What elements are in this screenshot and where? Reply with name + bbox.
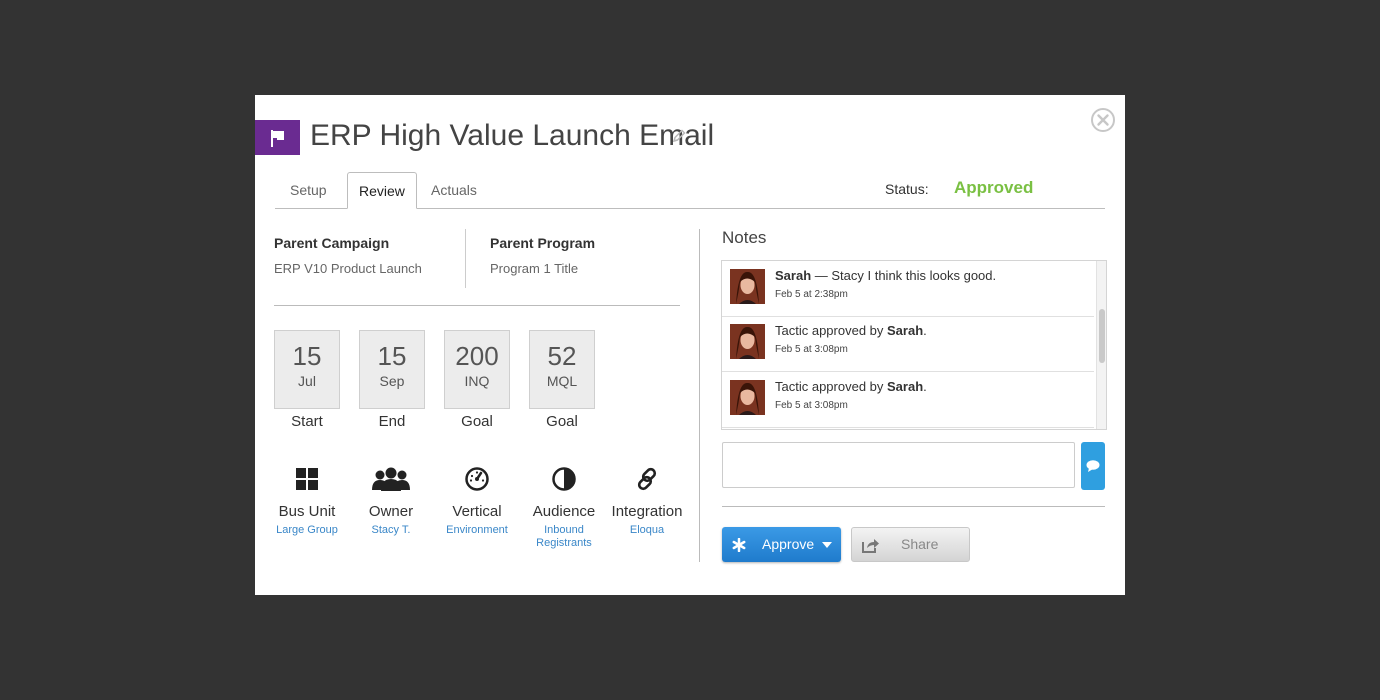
tab-review[interactable]: Review — [347, 172, 417, 209]
status-label: Status: — [885, 181, 929, 197]
mql-goal-tile: 52 MQL — [529, 330, 595, 409]
note-timestamp: Feb 5 at 3:08pm — [775, 400, 848, 411]
integration-label: Integration — [611, 503, 683, 520]
approve-button[interactable]: Approve — [722, 527, 841, 562]
divider — [699, 229, 700, 562]
list-item: Tactic approved by Sarah. Feb 5 at 3:08p… — [722, 316, 1094, 372]
avatar — [730, 380, 765, 415]
tile-number: 15 — [377, 341, 407, 371]
divider — [274, 305, 680, 306]
link-icon — [637, 467, 657, 491]
note-body: — Stacy I think this looks good. — [811, 268, 997, 283]
integration-field: Integration Eloqua — [602, 465, 692, 537]
tile-unit: Jul — [298, 373, 316, 389]
page-title: ERP High Value Launch Email — [310, 119, 715, 152]
note-author: Sarah — [887, 379, 924, 394]
note-suffix: . — [923, 323, 927, 338]
pencil-icon[interactable] — [671, 128, 687, 144]
parent-campaign-label: Parent Campaign — [274, 235, 390, 251]
tile-number: 15 — [292, 341, 322, 371]
chat-bubble-icon — [1086, 460, 1100, 472]
vertical-value[interactable]: Environment — [432, 524, 522, 537]
bus-unit-field: Bus Unit Large Group — [262, 465, 352, 537]
tab-actuals[interactable]: Actuals — [420, 172, 488, 208]
note-input[interactable] — [722, 442, 1075, 488]
tab-setup[interactable]: Setup — [279, 172, 338, 208]
parent-program: Parent Program Program 1 Title — [490, 235, 595, 276]
parent-campaign: Parent Campaign ERP V10 Product Launch — [274, 235, 422, 276]
note-text: Tactic approved by Sarah. — [775, 323, 927, 338]
tile-unit: MQL — [546, 373, 578, 389]
caret-down-icon[interactable] — [822, 542, 832, 548]
start-date-tile: 15 Jul — [274, 330, 340, 409]
list-item: Tactic approved by Sarah. Feb 5 at 3:08p… — [722, 372, 1094, 428]
tile-number: 52 — [547, 341, 577, 371]
notes-scrollbar[interactable] — [1096, 261, 1106, 429]
divider — [465, 229, 466, 288]
note-timestamp: Feb 5 at 3:08pm — [775, 344, 848, 355]
note-body: Tactic approved by — [775, 323, 888, 338]
divider — [722, 506, 1105, 507]
share-label: Share — [901, 536, 939, 552]
contrast-icon — [552, 467, 576, 491]
note-text: Sarah — Stacy I think this looks good. — [775, 268, 996, 283]
notes-list[interactable]: Sarah — Stacy I think this looks good. F… — [721, 260, 1107, 430]
note-suffix: . — [923, 379, 927, 394]
note-body: Tactic approved by — [775, 379, 888, 394]
owner-label: Owner — [368, 503, 414, 520]
close-icon[interactable] — [1090, 107, 1116, 133]
share-icon — [862, 539, 879, 553]
note-text: Tactic approved by Sarah. — [775, 379, 927, 394]
tile-label: Goal — [461, 413, 493, 430]
integration-value[interactable]: Eloqua — [602, 524, 692, 537]
bus-unit-label: Bus Unit — [278, 503, 336, 520]
tile-label: End — [378, 413, 406, 430]
tile-unit: Sep — [379, 373, 405, 389]
tile-label: Start — [291, 413, 323, 430]
note-author: Sarah — [887, 323, 924, 338]
owner-value[interactable]: Stacy T. — [346, 524, 436, 537]
audience-label: Audience — [532, 503, 596, 520]
vertical-field: Vertical Environment — [432, 465, 522, 537]
grid-icon — [296, 468, 318, 490]
owner-field: Owner Stacy T. — [346, 465, 436, 537]
list-item: Sarah — Stacy I think this looks good. F… — [722, 261, 1094, 317]
asterisk-icon — [732, 538, 746, 552]
avatar — [730, 324, 765, 359]
scrollbar-thumb[interactable] — [1099, 309, 1105, 363]
approve-label: Approve — [762, 536, 815, 552]
avatar — [730, 269, 765, 304]
users-icon — [372, 467, 410, 491]
audience-field: Audience Inbound Registrants — [519, 465, 609, 550]
tactic-type-badge — [255, 120, 300, 155]
tile-unit: INQ — [464, 373, 490, 389]
tile-label: Goal — [546, 413, 578, 430]
inq-goal-tile: 200 INQ — [444, 330, 510, 409]
end-date-tile: 15 Sep — [359, 330, 425, 409]
tile-number: 200 — [455, 341, 499, 371]
parent-program-label: Parent Program — [490, 235, 596, 251]
bus-unit-value[interactable]: Large Group — [262, 524, 352, 537]
share-button[interactable]: Share — [851, 527, 970, 562]
audience-value[interactable]: Inbound Registrants — [519, 524, 609, 550]
note-timestamp: Feb 5 at 2:38pm — [775, 289, 848, 300]
parent-program-value: Program 1 Title — [490, 261, 579, 276]
notes-title: Notes — [722, 228, 767, 247]
tactic-modal: ERP High Value Launch Email Setup Review… — [255, 95, 1125, 595]
flag-icon — [270, 129, 284, 147]
send-note-button[interactable] — [1081, 442, 1105, 490]
status-badge: Approved — [954, 178, 1034, 197]
vertical-label: Vertical — [452, 503, 502, 520]
dashboard-icon — [465, 467, 489, 491]
parent-campaign-value: ERP V10 Product Launch — [274, 261, 422, 276]
note-author: Sarah — [775, 268, 812, 283]
